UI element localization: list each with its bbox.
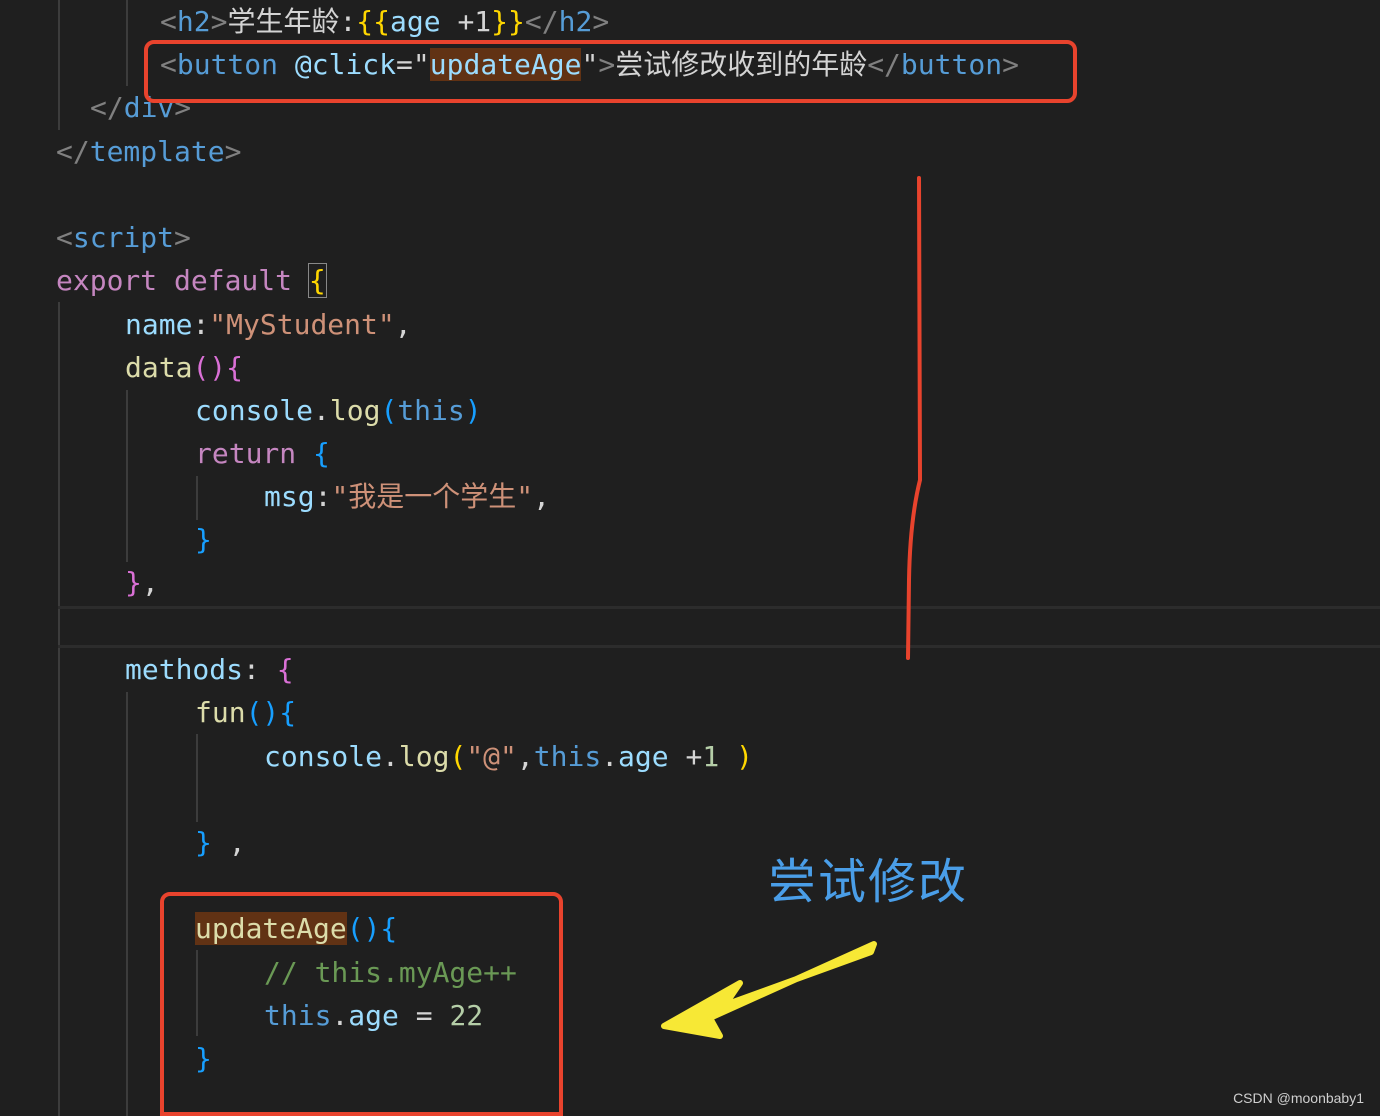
annotation-connector-line	[906, 176, 923, 660]
annotation-arrow	[661, 941, 877, 1039]
annotation-label: 尝试修改	[768, 854, 969, 910]
watermark: CSDN @moonbaby1	[1233, 1090, 1364, 1106]
annotation-drawings	[661, 176, 923, 1039]
